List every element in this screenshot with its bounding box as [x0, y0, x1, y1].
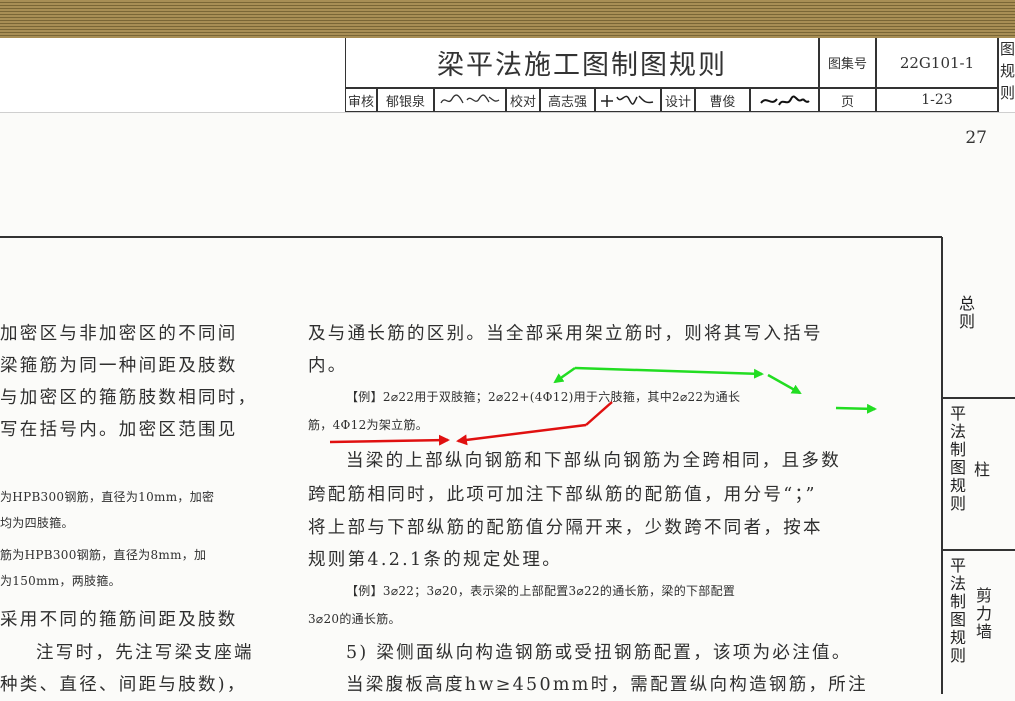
- atlas-number: 22G101-1: [876, 38, 998, 88]
- design-signature: [750, 88, 819, 112]
- green-arrow-right: [835, 403, 877, 414]
- atlas-label: 图集号: [819, 38, 876, 88]
- design-name: 曹俊: [695, 88, 750, 112]
- tab-column-left: 平 法 制 图 规 则: [949, 404, 966, 513]
- left-line: 种类、直径、间距与肢数)，: [0, 675, 247, 695]
- drawing-title: 梁平法施工图制图规则: [345, 38, 819, 88]
- page-range: 1-23: [876, 88, 998, 112]
- header-band: [0, 0, 1015, 38]
- page-number: 27: [965, 128, 987, 148]
- review-signature: [434, 88, 506, 112]
- right-line: 及与通长筋的区别。当全部采用架立筋时，则将其写入括号: [308, 324, 823, 344]
- title-edge-text: 图 规 则: [998, 38, 1015, 112]
- green-arrow-down: [767, 373, 802, 395]
- design-signature-mark: [759, 95, 810, 106]
- left-example-line: 均为四肢箍。: [0, 516, 74, 530]
- right-example-line: 【例】2⌀22用于双肢箍；2⌀22+(4Φ12)用于六肢箍，其中2⌀22为通长: [346, 390, 741, 404]
- right-example-line: 筋，4Φ12为架立筋。: [308, 418, 429, 432]
- check-name: 高志强: [540, 88, 595, 112]
- left-line: 写在括号内。加密区范围见: [0, 420, 238, 440]
- tab-general-text: 总 则: [958, 294, 975, 331]
- red-arrow-stem: [585, 401, 613, 426]
- check-label: 校对: [506, 88, 540, 112]
- right-line: 当梁的上部纵向钢筋和下部纵向钢筋为全跨相同，且多数: [346, 451, 841, 471]
- right-line: 内。: [308, 356, 348, 376]
- check-signature-mark: [601, 95, 654, 107]
- left-line: 加密区与非加密区的不同间: [0, 324, 238, 344]
- red-arrow-span: [456, 423, 587, 446]
- green-arrow-span: [574, 366, 764, 379]
- content-frame-top: [0, 236, 942, 238]
- tab-general[interactable]: 总 则: [943, 237, 1015, 399]
- edge-char: 则: [999, 84, 1015, 102]
- check-signature: [595, 88, 661, 112]
- left-line: 梁箍筋为同一种间距及肢数: [0, 356, 238, 376]
- red-arrow-left: [329, 434, 450, 446]
- tab-shear-wall[interactable]: 平 法 制 图 规 则 剪 力 墙: [943, 551, 1015, 701]
- left-line: 采用不同的箍筋间距及肢数: [0, 610, 238, 630]
- page-label: 页: [819, 88, 876, 112]
- design-label: 设计: [661, 88, 695, 112]
- right-line: 跨配筋相同时，此项可加注下部纵筋的配筋值，用分号“；”: [308, 485, 817, 505]
- tab-column[interactable]: 平 法 制 图 规 则 柱: [943, 399, 1015, 551]
- tab-wall-left: 平 法 制 图 规 则: [949, 556, 966, 665]
- chapter-tabs: 总 则 平 法 制 图 规 则 柱 平 法 制 图 规 则 剪 力 墙: [941, 237, 1015, 694]
- right-example-line: 3⌀20的通长筋。: [308, 612, 401, 626]
- review-label: 审核: [345, 88, 377, 112]
- left-example-line: 筋为HPB300钢筋，直径为8mm，加: [0, 548, 207, 562]
- tab-column-right: 柱: [973, 460, 990, 479]
- right-line: 规则第4.2.1条的规定处理。: [308, 550, 563, 570]
- left-line: 与加密区的箍筋肢数相同时，: [0, 388, 258, 408]
- tab-wall-right: 剪 力 墙: [975, 586, 992, 641]
- left-example-line: 为HPB300钢筋，直径为10mm，加密: [0, 490, 215, 504]
- right-example-line: 【例】3⌀22；3⌀20，表示梁的上部配置3⌀22的通长筋，梁的下部配置: [346, 584, 736, 598]
- right-line: 当梁腹板高度hw≥450mm时，需配置纵向构造钢筋，所注: [346, 675, 868, 695]
- right-line: 5) 梁侧面纵向构造钢筋或受扭钢筋配置，该项为必注值。: [346, 643, 852, 663]
- right-line: 将上部与下部纵筋的配筋值分隔开来，少数跨不同者，按本: [308, 518, 823, 538]
- review-name: 郁银泉: [377, 88, 434, 112]
- edge-char: 图: [999, 40, 1015, 58]
- left-example-line: 为150mm，两肢箍。: [0, 574, 121, 588]
- green-arrow-start: [553, 366, 576, 384]
- left-line: 注写时，先注写梁支座端: [36, 643, 254, 663]
- review-signature-mark: [440, 94, 500, 104]
- title-block: 梁平法施工图制图规则 图集号 22G101-1 图 规 则 审核 郁银泉 校对 …: [0, 38, 1015, 113]
- edge-char: 规: [999, 62, 1015, 80]
